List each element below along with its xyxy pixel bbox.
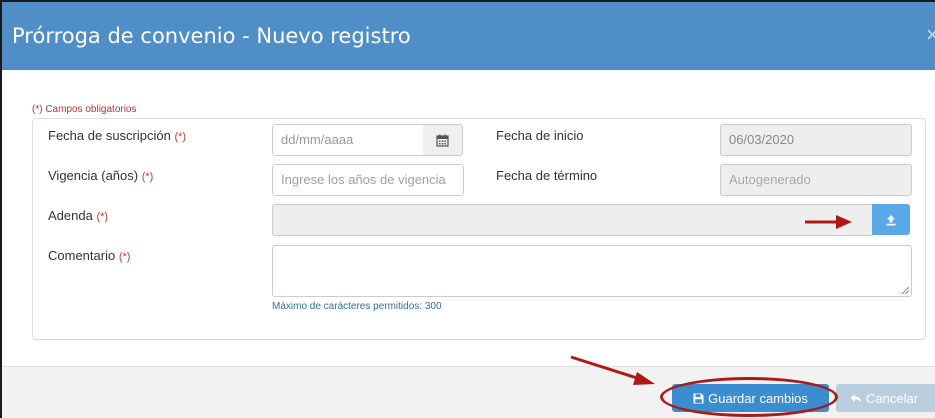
annotation-overlay — [570, 215, 852, 385]
arrow-to-save — [570, 355, 655, 385]
arrow-to-upload — [805, 215, 852, 229]
